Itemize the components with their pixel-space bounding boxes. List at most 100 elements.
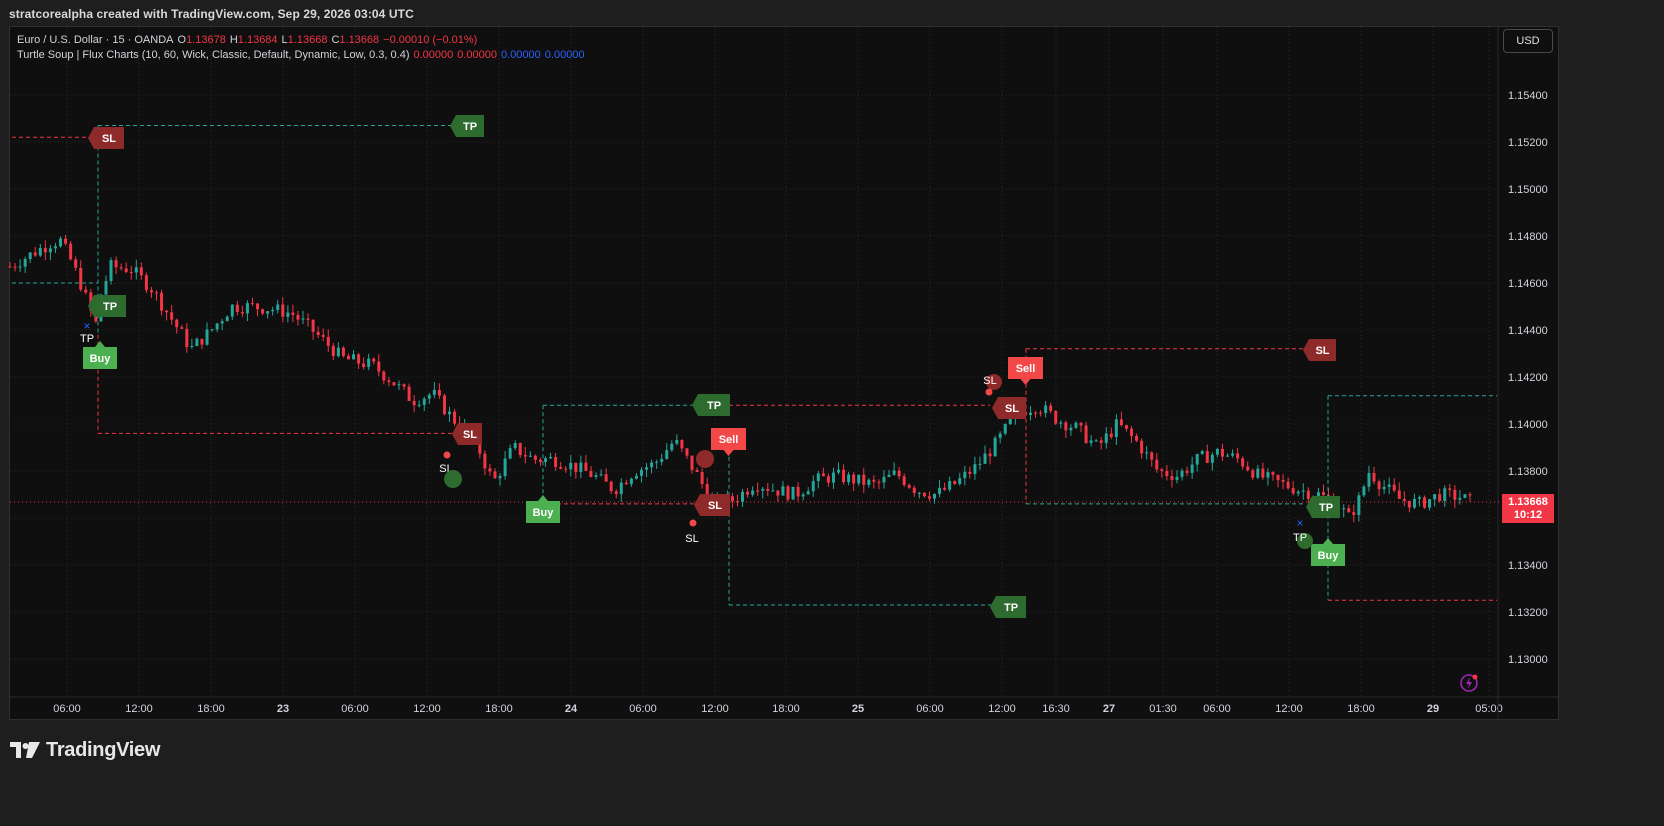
candle-body <box>190 345 194 347</box>
candle-body <box>685 448 689 456</box>
candle-body <box>680 439 684 449</box>
lightning-icon[interactable] <box>1459 673 1479 693</box>
candle-body <box>1281 480 1285 482</box>
candle-body <box>250 303 254 305</box>
candle-body <box>387 380 391 383</box>
candle-body <box>690 455 694 470</box>
sell-signal-label-text: Sell <box>1016 363 1036 375</box>
candle-body <box>761 488 765 491</box>
candle-body <box>538 459 542 462</box>
candle-body <box>862 474 866 485</box>
candle-body <box>23 258 27 267</box>
candle-body <box>1145 452 1149 454</box>
candle-body <box>261 309 265 314</box>
ohlc-high: H1.13684 <box>229 34 278 46</box>
time-axis-label: 18:00 <box>1347 703 1375 715</box>
candle-body <box>1150 452 1154 460</box>
candle-body <box>220 321 224 324</box>
sl-signal-label-text: SL <box>102 133 116 145</box>
point-label: SL <box>685 533 698 545</box>
time-axis-label: 12:00 <box>988 703 1016 715</box>
candle-body <box>362 363 366 367</box>
candle-body <box>215 323 219 330</box>
candle-body <box>932 493 936 499</box>
ohlc-close: C1.13668 <box>331 34 380 46</box>
candle-body <box>1034 412 1038 414</box>
ohlc-open: O1.13678 <box>177 34 226 46</box>
time-axis-label: 01:30 <box>1149 703 1177 715</box>
candle-body <box>503 458 507 477</box>
price-change: −0.00010 (−0.01%) <box>383 34 478 46</box>
price-axis-label: 1.13800 <box>1508 466 1548 478</box>
candle-body <box>170 312 174 320</box>
candle-body <box>240 312 244 314</box>
candle-body <box>28 252 32 259</box>
time-axis-label: 06:00 <box>341 703 369 715</box>
candle-body <box>1089 440 1093 443</box>
candle-body <box>907 484 911 488</box>
candle-body <box>528 455 532 457</box>
candle-body <box>1226 455 1230 457</box>
indicator-value-1: 0.00000 <box>413 49 454 61</box>
candle-body <box>493 471 497 479</box>
candle-body <box>1271 472 1275 475</box>
candle-body <box>1458 497 1462 500</box>
candle-body <box>281 304 285 317</box>
price-axis-label: 1.15400 <box>1508 90 1548 102</box>
candle-body <box>741 491 745 502</box>
candle-body <box>993 437 997 457</box>
candle-body <box>43 248 47 253</box>
candle-body <box>559 466 563 469</box>
sl-signal-label-text: SL <box>708 500 722 512</box>
candle-body <box>266 311 270 314</box>
time-axis-label: 18:00 <box>772 703 800 715</box>
chart-canvas[interactable]: 1.15400 1.15200 1.15000 1.14800 1.14600 1.144… <box>0 0 1664 826</box>
candle-body <box>346 355 350 360</box>
candle-body <box>624 482 628 485</box>
candle-body <box>448 411 452 415</box>
time-axis-label: 12:00 <box>125 703 153 715</box>
candle-body <box>1180 470 1184 477</box>
candle-body <box>1301 490 1305 492</box>
candle-body <box>831 472 835 483</box>
candle-body <box>1215 448 1219 455</box>
sell-signal-label-text: Sell <box>719 434 739 446</box>
candle-body <box>650 462 654 468</box>
point-label: TP <box>80 333 94 345</box>
candle-body <box>230 304 234 317</box>
candle-body <box>1433 494 1437 500</box>
candle-body <box>842 469 846 483</box>
candle-body <box>114 260 118 268</box>
candle-body <box>1069 427 1073 431</box>
candle-body <box>857 474 861 484</box>
candle-body <box>69 243 73 260</box>
candle-body <box>594 475 598 477</box>
candle-body <box>751 490 755 495</box>
candle-body <box>165 310 169 313</box>
candle-body <box>311 319 315 332</box>
candle-body <box>1074 422 1078 428</box>
candle-body <box>564 468 568 470</box>
price-axis-label: 1.14600 <box>1508 278 1548 290</box>
candle-body <box>245 303 249 314</box>
candle-body <box>766 488 770 491</box>
time-axis-label: 06:00 <box>53 703 81 715</box>
symbol-name[interactable]: Euro / U.S. Dollar · 15 · OANDA <box>17 33 174 48</box>
candle-body <box>695 469 699 472</box>
candle-body <box>235 304 239 313</box>
time-axis-label: 29 <box>1427 703 1439 715</box>
candle-body <box>1175 476 1179 480</box>
candle-body <box>1155 459 1159 470</box>
candle-body <box>796 486 800 497</box>
candle-body <box>1104 433 1108 443</box>
indicator-name[interactable]: Turtle Soup | Flux Charts (10, 60, Wick,… <box>17 48 409 63</box>
candle-body <box>1094 440 1098 442</box>
exit-cross-marker: × <box>83 319 90 333</box>
price-axis-label: 1.13200 <box>1508 607 1548 619</box>
tradingview-logo[interactable]: TradingView <box>10 738 160 762</box>
tp-signal-label-text: TP <box>1319 502 1333 514</box>
candle-body <box>1241 458 1245 467</box>
candle-body <box>847 474 851 483</box>
candle-body <box>124 268 128 273</box>
currency-button[interactable]: USD <box>1503 29 1553 53</box>
